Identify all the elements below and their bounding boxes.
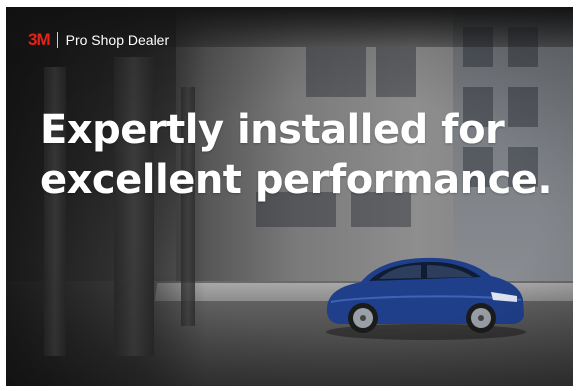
ad-frame: 3M Pro Shop Dealer Expertly installed fo…	[0, 0, 581, 391]
headline-line-1: Expertly installed for	[40, 107, 505, 153]
ad-banner: 3M Pro Shop Dealer Expertly installed fo…	[6, 7, 573, 386]
logo-divider	[56, 32, 58, 48]
brand-logo: 3M	[28, 30, 51, 49]
headline-line-2: excellent performance.	[40, 157, 553, 203]
logo-text: Pro Shop Dealer	[65, 32, 170, 48]
logo: 3M Pro Shop Dealer	[28, 31, 169, 49]
headline: Expertly installed for excellent perform…	[40, 105, 560, 205]
